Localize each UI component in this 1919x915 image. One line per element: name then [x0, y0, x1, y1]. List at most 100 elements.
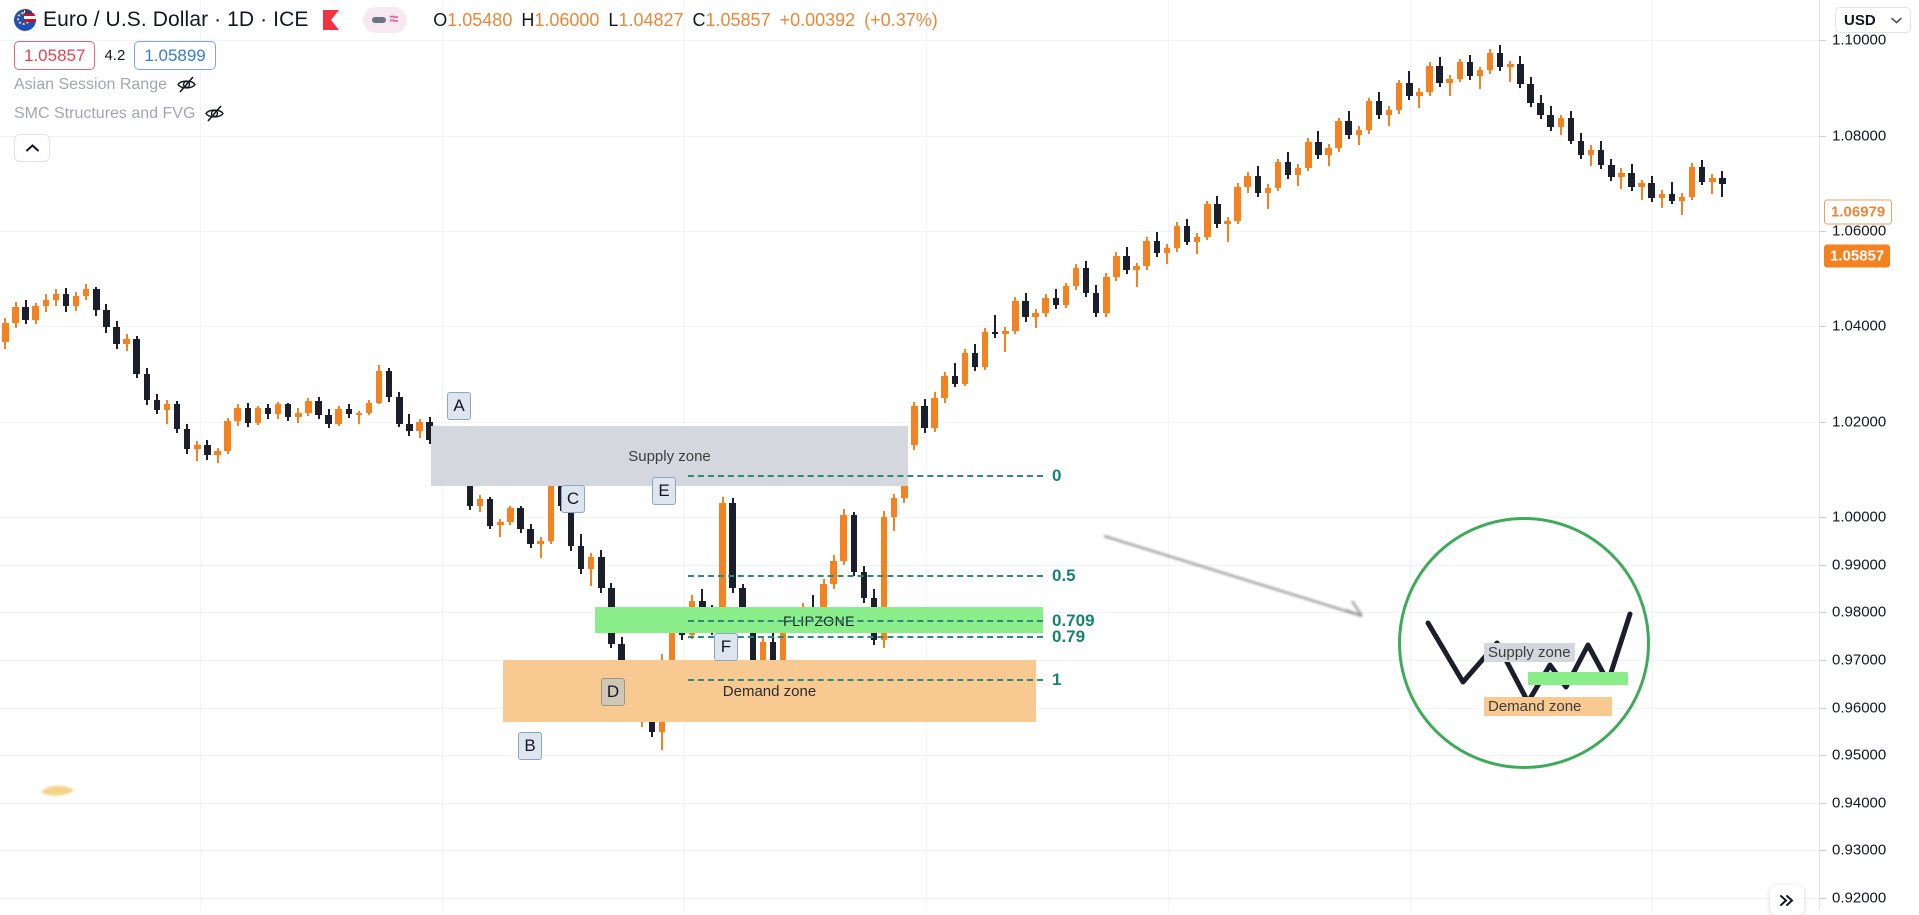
candle-body	[1214, 204, 1221, 225]
fib-label-0: 0	[1052, 466, 1062, 485]
candle-body	[1193, 236, 1201, 242]
demand-zone-label: Demand zone	[722, 682, 817, 700]
candle-body	[305, 400, 312, 413]
price-axis-tick-label: 1.06000	[1832, 222, 1887, 240]
candle-body	[1597, 150, 1605, 166]
candle-body	[1496, 52, 1504, 68]
chart-style-toggle[interactable]: ≈	[363, 7, 408, 33]
candle-body	[577, 546, 585, 570]
marker-c[interactable]: C	[561, 485, 585, 513]
candle-body	[82, 289, 90, 297]
marker-d[interactable]: D	[601, 678, 625, 706]
inset-price-path	[1425, 611, 1633, 705]
bid-price[interactable]: 1.05857	[14, 40, 96, 70]
candle-body	[1618, 172, 1625, 177]
candle-body	[1052, 297, 1060, 306]
candle-body	[62, 293, 70, 306]
candle-body	[224, 420, 231, 451]
marker-e[interactable]: E	[652, 477, 676, 505]
demand-zone-box[interactable]: Demand zone	[503, 660, 1036, 722]
indicator-row-smc[interactable]: SMC Structures and FVG	[0, 99, 1100, 128]
prev-close-badge[interactable]: 1.06979	[1824, 199, 1893, 225]
fib-line-0-5	[688, 575, 1043, 577]
candle-body	[103, 310, 110, 328]
candle-body	[406, 423, 413, 432]
candle-body	[113, 327, 120, 345]
ice-exchange-icon	[322, 9, 341, 31]
currency-selector[interactable]: USD	[1835, 7, 1911, 33]
ohlc-h-value: 1.06000	[534, 9, 600, 30]
marker-f[interactable]: F	[714, 633, 738, 661]
candle-body	[1436, 66, 1443, 84]
legend-collapse-button[interactable]	[14, 134, 50, 162]
price-axis-tick	[1820, 707, 1826, 709]
price-axis-tick-label: 1.04000	[1832, 317, 1887, 335]
inset-demand-label: Demand zone	[1484, 697, 1612, 716]
candle-body	[1153, 240, 1161, 253]
price-axis-tick-label: 0.94000	[1832, 794, 1887, 812]
candle-body	[1032, 313, 1039, 317]
ohlc-h-label: H	[521, 9, 535, 30]
candle-body	[1537, 103, 1544, 115]
symbol-title[interactable]: Euro / U.S. Dollar · 1D · ICE	[43, 8, 308, 32]
candle-body	[1426, 66, 1433, 92]
candle-body	[1042, 297, 1049, 313]
candle-body	[1204, 204, 1211, 237]
candle-body	[52, 293, 60, 301]
candle-body	[254, 408, 262, 424]
candle-body	[244, 407, 252, 424]
marker-a-label: A	[453, 396, 465, 415]
candle-body	[1234, 187, 1241, 221]
candle-body	[1143, 240, 1150, 267]
candle-body	[486, 498, 494, 526]
price-axis-tick	[1820, 659, 1826, 661]
candle-body	[1254, 175, 1262, 193]
candle-body	[1092, 293, 1100, 313]
candle-body	[1395, 83, 1403, 111]
candle-body	[365, 402, 373, 414]
candle-body	[1375, 101, 1383, 115]
candle-body	[1416, 91, 1423, 96]
candle-body	[951, 375, 959, 384]
price-axis-tick-label: 0.97000	[1832, 651, 1887, 669]
price-axis-tick	[1820, 850, 1826, 852]
candle-body	[769, 641, 777, 662]
marker-c-label: C	[566, 489, 580, 508]
last-price-badge[interactable]: 1.05857	[1824, 244, 1891, 268]
candle-body	[1486, 52, 1494, 71]
marker-b-label: B	[524, 736, 536, 755]
candle-body	[1567, 117, 1575, 141]
candle-body	[1224, 220, 1231, 225]
eye-crossed-icon[interactable]	[204, 103, 225, 124]
candle-body	[1022, 300, 1029, 317]
candle-body	[1365, 101, 1373, 131]
candle-body	[961, 353, 969, 384]
go-to-realtime-button[interactable]	[1770, 885, 1804, 915]
fib-label-0-79: 0.79	[1052, 627, 1086, 646]
eye-crossed-icon[interactable]	[176, 74, 197, 95]
candle-body	[143, 374, 151, 401]
marker-b[interactable]: B	[518, 732, 542, 760]
candle-body	[941, 375, 948, 398]
ask-price[interactable]: 1.05899	[134, 40, 216, 70]
candle-body	[1173, 226, 1181, 249]
price-scale[interactable]: USD 1.10000 1.08000 1.06000 1.04000 1.02000 1…	[1819, 0, 1919, 910]
candle-body	[1466, 62, 1474, 76]
candle-body	[1547, 114, 1554, 128]
candle-body	[1638, 183, 1645, 188]
candle-body	[1668, 193, 1676, 201]
candle-body	[183, 429, 191, 449]
candle-body	[1456, 62, 1464, 79]
candle-body	[1345, 121, 1352, 135]
candle-body	[991, 332, 999, 334]
candle-body	[194, 444, 201, 449]
candle-body	[1355, 130, 1363, 135]
candle-body	[1406, 83, 1413, 96]
ohlc-change-pct: (+0.37%)	[864, 9, 938, 30]
marker-a[interactable]: A	[447, 392, 471, 420]
candle-body	[93, 289, 100, 311]
inset-supply-label: Supply zone	[1484, 643, 1575, 662]
price-axis-tick	[1820, 898, 1826, 900]
candle-body	[1012, 300, 1019, 332]
indicator-row-asian-session[interactable]: Asian Session Range	[0, 70, 1100, 99]
